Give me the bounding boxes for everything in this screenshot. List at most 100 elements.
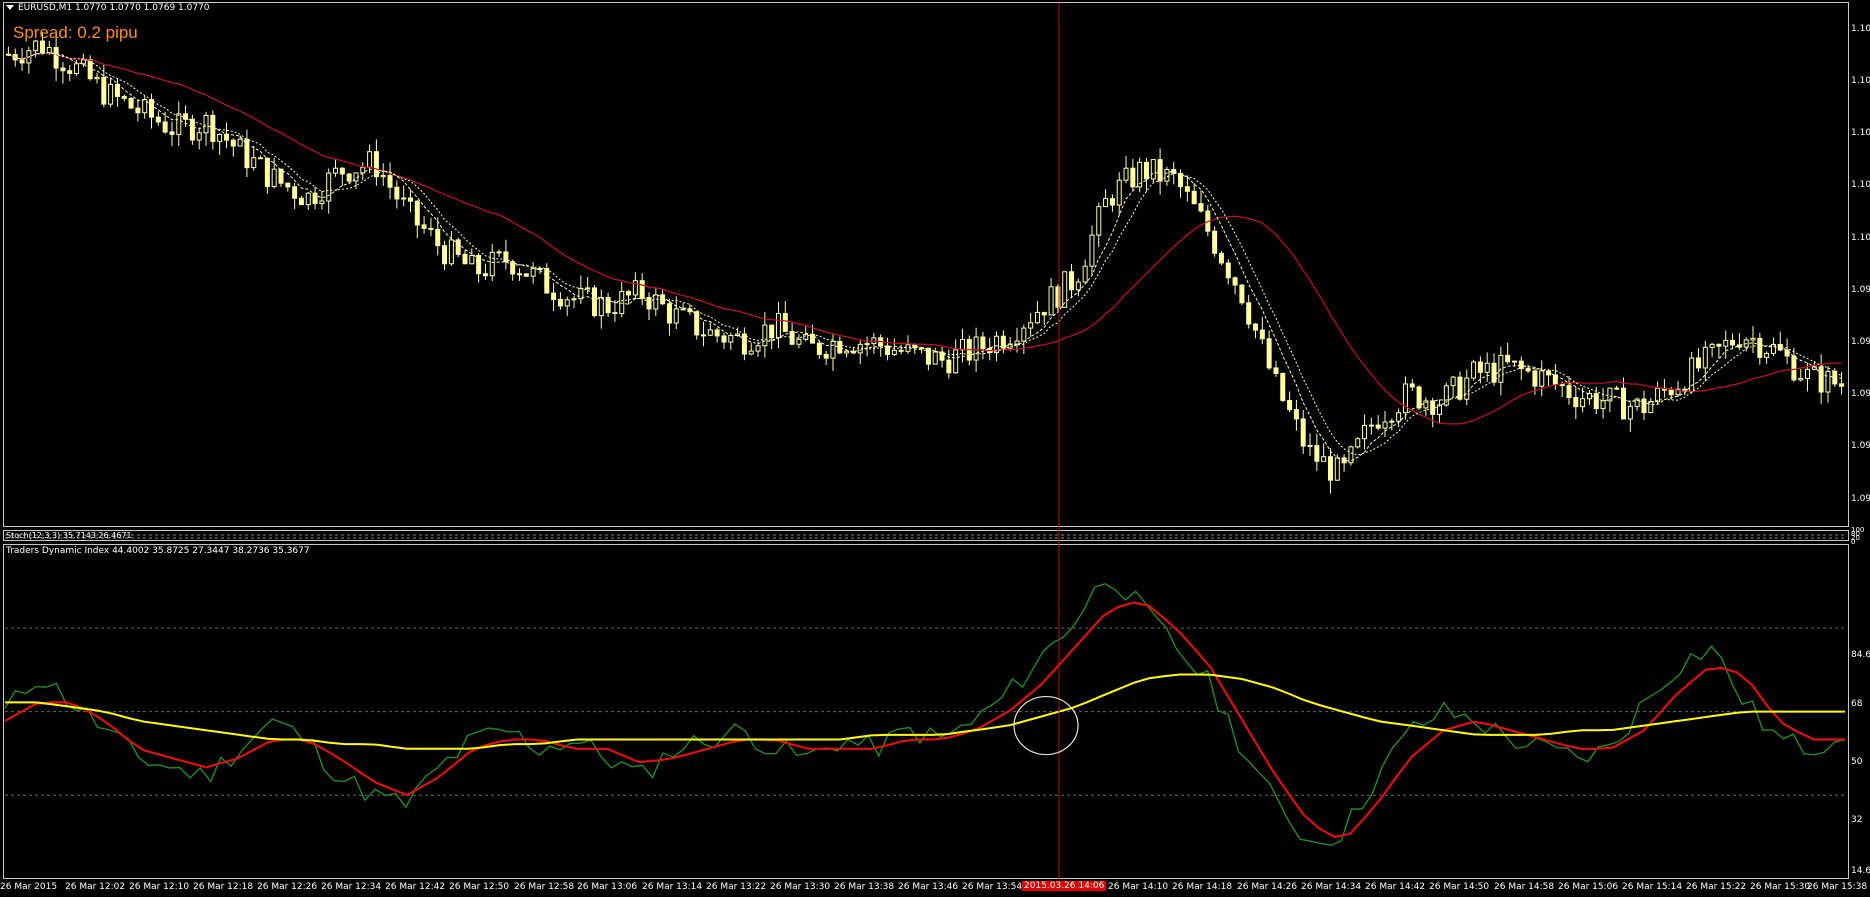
candle-body bbox=[1798, 377, 1804, 381]
candle-body bbox=[237, 138, 243, 147]
candle-body bbox=[1327, 456, 1333, 481]
candle-body bbox=[1157, 159, 1163, 182]
candle-body bbox=[271, 168, 277, 188]
time-tick: 26 Mar 15:30 bbox=[1750, 882, 1811, 892]
candle-body bbox=[94, 76, 100, 80]
candle-body bbox=[953, 349, 959, 374]
candle-body bbox=[1382, 421, 1388, 429]
candle-body bbox=[1273, 367, 1279, 374]
time-tick: 26 Mar 14:58 bbox=[1494, 882, 1555, 892]
candle-body bbox=[244, 138, 250, 169]
time-tick: 26 Mar 13:46 bbox=[898, 882, 959, 892]
candle-body bbox=[666, 303, 672, 324]
candle-body bbox=[1825, 370, 1831, 393]
time-tick: 26 Mar 12:50 bbox=[449, 882, 510, 892]
time-tick: 26 Mar 13:06 bbox=[577, 882, 638, 892]
candle-body bbox=[53, 47, 59, 69]
tdi-tick: 68 bbox=[1851, 699, 1863, 709]
candle-body bbox=[544, 268, 550, 294]
candle-body bbox=[1143, 161, 1149, 180]
time-tick: 26 Mar 13:38 bbox=[834, 882, 895, 892]
candle-body bbox=[762, 324, 768, 347]
candle-body bbox=[258, 157, 264, 160]
candle-body bbox=[455, 239, 461, 255]
stoch-label: Stoch(12,3,3) 35.7143 26.4671 bbox=[6, 531, 132, 540]
slow-ma-line bbox=[8, 52, 1842, 425]
candle-body bbox=[946, 359, 952, 374]
tdi-tick: 32 bbox=[1851, 815, 1863, 825]
candle-body bbox=[973, 336, 979, 361]
candle-body bbox=[891, 349, 897, 356]
candle-body bbox=[251, 157, 257, 169]
candle-body bbox=[1334, 457, 1340, 481]
candle-body bbox=[1069, 271, 1075, 291]
candle-body bbox=[1062, 271, 1068, 308]
candle-body bbox=[1048, 286, 1054, 316]
candle-body bbox=[305, 192, 311, 206]
time-tick: 26 Mar 12:34 bbox=[321, 882, 382, 892]
candle-body bbox=[919, 347, 925, 350]
candle-body bbox=[728, 334, 734, 343]
candle-body bbox=[1280, 372, 1286, 401]
time-tick: 26 Mar 14:34 bbox=[1301, 882, 1362, 892]
candle-body bbox=[401, 197, 407, 200]
candle-body bbox=[189, 118, 195, 141]
candle-body bbox=[1716, 343, 1722, 347]
symbol-text: EURUSD,M1 1.0770 1.0770 1.0769 1.0770 bbox=[18, 3, 210, 13]
candle-body bbox=[1259, 329, 1265, 340]
candle-body bbox=[1464, 377, 1470, 400]
candle-body bbox=[203, 114, 209, 134]
candle-body bbox=[496, 251, 502, 254]
candle-body bbox=[1191, 190, 1197, 205]
candle-body bbox=[135, 107, 141, 114]
candle-body bbox=[959, 339, 965, 351]
chart-canvas[interactable] bbox=[0, 0, 1870, 897]
candle-body bbox=[264, 157, 270, 188]
candle-body bbox=[673, 308, 679, 324]
candle-body bbox=[448, 239, 454, 265]
candle-body bbox=[428, 227, 434, 230]
time-tick: 26 Mar 13:22 bbox=[706, 882, 767, 892]
candle-body bbox=[1505, 354, 1511, 363]
candle-body bbox=[74, 63, 80, 75]
time-tick: 26 Mar 14:10 bbox=[1108, 882, 1169, 892]
candle-body bbox=[598, 297, 604, 317]
time-tick: 26 Mar 12:02 bbox=[65, 882, 126, 892]
candle-body bbox=[551, 292, 557, 300]
candle-body bbox=[230, 139, 236, 147]
candle-body bbox=[183, 113, 189, 120]
candle-body bbox=[285, 182, 291, 188]
price-tick: 1.10 bbox=[1851, 128, 1870, 138]
candle-body bbox=[1362, 424, 1368, 440]
candle-body bbox=[1511, 360, 1517, 363]
candle-body bbox=[1225, 262, 1231, 279]
candle-body bbox=[176, 113, 182, 135]
candle-body bbox=[319, 200, 325, 205]
fast-ma-line bbox=[8, 51, 1842, 462]
candle-body bbox=[346, 173, 352, 182]
time-tick: 26 Mar 15:14 bbox=[1622, 882, 1683, 892]
candle-body bbox=[1375, 424, 1381, 429]
candle-body bbox=[844, 350, 850, 354]
candle-body bbox=[169, 131, 175, 135]
candle-body bbox=[394, 186, 400, 200]
time-tick: 26 Mar 13:54 bbox=[962, 882, 1023, 892]
time-tick: 26 Mar 15:38 bbox=[1807, 882, 1868, 892]
candle-body bbox=[1668, 389, 1674, 396]
candle-body bbox=[1566, 385, 1572, 399]
candle-body bbox=[1396, 412, 1402, 422]
candle-body bbox=[707, 329, 713, 336]
candle-body bbox=[632, 280, 638, 296]
candle-body bbox=[1430, 400, 1436, 415]
candle-body bbox=[932, 351, 938, 365]
candle-body bbox=[626, 290, 632, 296]
candle-body bbox=[1075, 281, 1081, 291]
symbol-header[interactable]: EURUSD,M1 1.0770 1.0770 1.0769 1.0770 bbox=[6, 3, 210, 14]
candle-body bbox=[564, 299, 570, 307]
candle-body bbox=[653, 294, 659, 310]
collapse-arrow-icon[interactable] bbox=[6, 5, 14, 10]
candle-body bbox=[1266, 338, 1272, 369]
candle-body bbox=[217, 133, 223, 142]
price-tick: 1.10 bbox=[1851, 24, 1870, 34]
candle-body bbox=[1573, 397, 1579, 408]
